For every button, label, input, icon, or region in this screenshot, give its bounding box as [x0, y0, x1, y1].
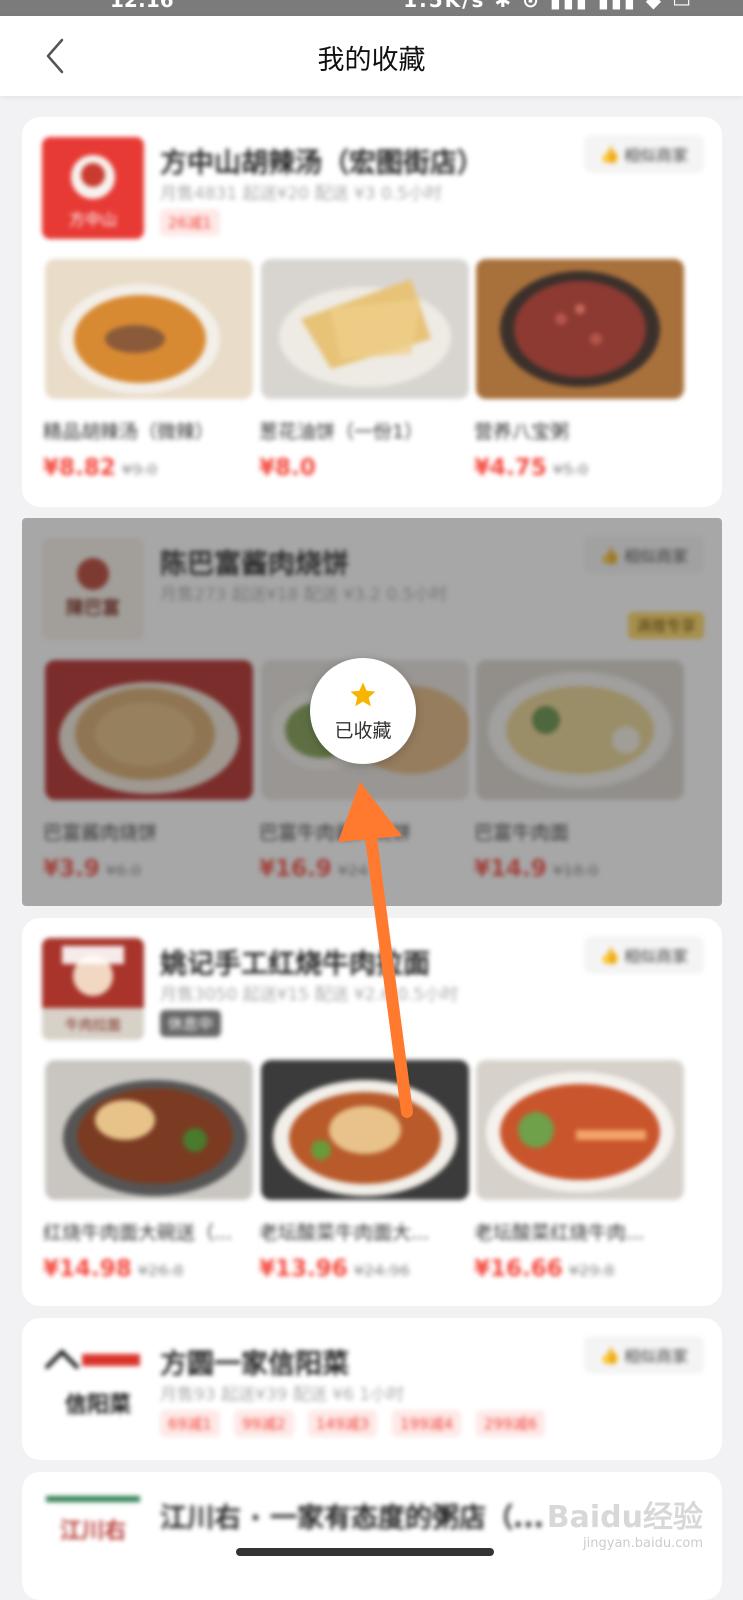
status-time: 12:16 — [110, 0, 174, 12]
store-card[interactable]: 信阳菜 方圆一家信阳菜 月售93 起送¥39 配送 ¥6 1小时 69减1 99… — [22, 1318, 722, 1460]
dish-price: ¥16.66 ¥29.8 — [474, 1256, 615, 1282]
status-bar: 12:16 1.5K/s ✱ ⊙ ▮▮▮ ▮▮▮ ◆ ▭ — [0, 0, 743, 16]
dish-name: 老坛酸菜牛肉面大... — [259, 1222, 430, 1244]
home-indicator[interactable] — [236, 1548, 494, 1556]
store-logo-text: 牛肉拉面 — [65, 1018, 121, 1034]
discount-tag: 99减2 — [234, 1410, 294, 1437]
like-icon: 👍 — [600, 144, 620, 164]
store-card[interactable]: 牛肉拉面 姚记手工红烧牛肉拉面 月售3050 起送¥15 配送 ¥2.6 0.5… — [22, 918, 722, 1306]
store-logo: 江川右 — [42, 1492, 144, 1594]
dish-price: ¥14.98 ¥26.8 — [43, 1256, 184, 1282]
store-logo: 方中山 — [42, 137, 144, 239]
store-name: 方中山胡辣汤（宏图街店） — [160, 148, 484, 179]
similar-stores-button[interactable]: 👍 相似商家 — [584, 135, 704, 173]
discount-tag: 199减4 — [392, 1410, 462, 1437]
dish-image[interactable] — [476, 259, 684, 399]
store-name: 江川右 · 一家有态度的粥店（... — [160, 1503, 544, 1534]
dish-image[interactable] — [261, 259, 469, 399]
discount-tag: 26减1 — [160, 209, 220, 236]
similar-stores-button[interactable]: 👍 相似商家 — [584, 1336, 704, 1374]
store-logo-text: 方中山 — [69, 210, 117, 229]
watermark: Baidu经验 jingyan.baidu.com — [546, 1500, 703, 1551]
favorited-label: 已收藏 — [334, 719, 392, 742]
store-name: 姚记手工红烧牛肉拉面 — [160, 949, 430, 980]
store-meta: 月售4831 起送¥20 配送 ¥3 0.5小时 — [160, 184, 442, 204]
dish-price: ¥8.0 — [259, 455, 316, 481]
store-card[interactable]: 方中山 方中山胡辣汤（宏图街店） 月售4831 起送¥20 配送 ¥3 0.5小… — [22, 117, 722, 507]
store-meta: 月售93 起送¥39 配送 ¥6 1小时 — [160, 1385, 405, 1405]
dish-name: 老坛酸菜红烧牛肉... — [474, 1222, 645, 1244]
similar-stores-button[interactable]: 👍 相似商家 — [584, 936, 704, 974]
dish-name: 精品胡辣汤（微辣） — [43, 421, 215, 443]
dish-price: ¥8.82 ¥9.0 — [43, 455, 158, 481]
star-icon — [350, 682, 376, 706]
store-logo-text: 江川右 — [60, 1519, 126, 1544]
dish-price: ¥13.96 ¥24.96 — [259, 1256, 410, 1282]
discount-tag: 149减3 — [308, 1410, 378, 1437]
favorited-popup[interactable]: 已收藏 — [310, 658, 416, 764]
status-speed: 1.5K/s ✱ ⊙ ▮▮▮ ▮▮▮ ◆ ▭ — [403, 0, 693, 12]
discount-tag: 69减1 — [160, 1410, 220, 1437]
like-icon: 👍 — [600, 1345, 620, 1365]
dish-name: 红烧牛肉面大碗送（... — [43, 1222, 233, 1244]
nav-bar: 我的收藏 — [0, 16, 743, 96]
dish-image[interactable] — [45, 1060, 253, 1200]
dish-name: 葱花油饼（一份1） — [259, 421, 424, 443]
store-logo-text: 信阳菜 — [65, 1392, 131, 1418]
dish-name: 营养八宝粥 — [474, 421, 570, 443]
like-icon: 👍 — [600, 945, 620, 965]
closed-tag: 休息中 — [160, 1010, 222, 1037]
store-meta: 月售3050 起送¥15 配送 ¥2.6 0.5小时 — [160, 985, 459, 1005]
dish-image[interactable] — [476, 1060, 684, 1200]
dish-image[interactable] — [261, 1060, 469, 1200]
page-title: 我的收藏 — [317, 45, 426, 76]
store-logo: 信阳菜 — [42, 1338, 144, 1440]
dish-image[interactable] — [45, 259, 253, 399]
discount-tag: 299减6 — [476, 1410, 546, 1437]
store-name: 方圆一家信阳菜 — [160, 1349, 349, 1380]
dish-price: ¥4.75 ¥5.0 — [474, 455, 589, 481]
store-logo: 牛肉拉面 — [42, 938, 144, 1040]
